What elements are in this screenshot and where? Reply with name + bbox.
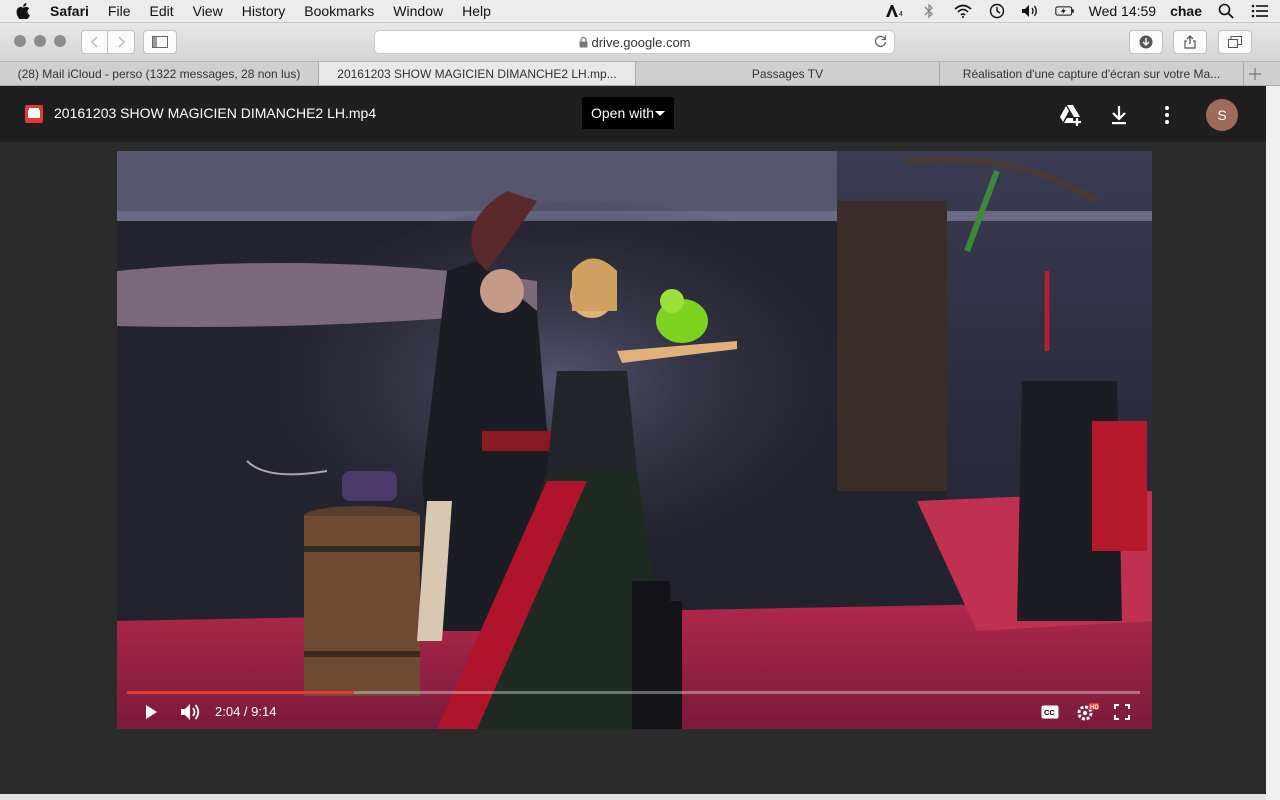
svg-text:HD: HD bbox=[1090, 705, 1099, 711]
time-machine-icon[interactable] bbox=[987, 3, 1007, 19]
file-title: 20161203 SHOW MAGICIEN DIMANCHE2 LH.mp4 bbox=[54, 105, 377, 121]
video-frame-image bbox=[117, 151, 1152, 729]
tab-capture-ecran[interactable]: Réalisation d'une capture d'écran sur vo… bbox=[940, 62, 1244, 85]
menu-history[interactable]: History bbox=[242, 3, 286, 19]
caret-down-icon bbox=[655, 111, 665, 116]
open-with-label: Open with bbox=[591, 105, 655, 121]
wifi-icon[interactable] bbox=[953, 3, 973, 19]
apple-icon[interactable] bbox=[16, 3, 34, 19]
svg-text:CC: CC bbox=[1044, 708, 1055, 717]
add-to-drive-icon[interactable] bbox=[1059, 103, 1083, 127]
page-scrollbar[interactable] bbox=[1266, 86, 1280, 800]
sidebar-toggle-button[interactable] bbox=[143, 30, 177, 54]
video-player[interactable]: 2:04 / 9:14 CC HD bbox=[117, 151, 1152, 729]
volume-icon[interactable] bbox=[1021, 3, 1041, 19]
tab-label: (28) Mail iCloud - perso (1322 messages,… bbox=[17, 66, 301, 81]
tab-mail-icloud[interactable]: (28) Mail iCloud - perso (1322 messages,… bbox=[0, 62, 319, 85]
tab-drive-video[interactable]: 20161203 SHOW MAGICIEN DIMANCHE2 LH.mp..… bbox=[319, 62, 636, 85]
svg-text:4: 4 bbox=[899, 11, 903, 18]
video-progress-track[interactable] bbox=[127, 691, 1140, 694]
drive-viewer-header: 20161203 SHOW MAGICIEN DIMANCHE2 LH.mp4 … bbox=[0, 86, 1266, 142]
forward-button[interactable] bbox=[107, 30, 135, 54]
settings-gear-icon[interactable]: HD bbox=[1075, 702, 1099, 722]
volume-button[interactable] bbox=[179, 702, 203, 722]
spotlight-search-icon[interactable] bbox=[1216, 3, 1236, 19]
menu-file[interactable]: File bbox=[108, 3, 131, 19]
zoom-window-button[interactable] bbox=[54, 35, 66, 47]
menu-bar: Safari File Edit View History Bookmarks … bbox=[0, 0, 1280, 23]
back-button[interactable] bbox=[81, 30, 109, 54]
adobe-icon[interactable]: 4 bbox=[885, 3, 905, 19]
tab-overview-button[interactable] bbox=[1218, 30, 1252, 54]
bluetooth-icon[interactable] bbox=[919, 3, 939, 19]
play-button[interactable] bbox=[141, 702, 161, 722]
account-avatar[interactable]: S bbox=[1206, 99, 1238, 131]
address-bar[interactable]: drive.google.com bbox=[374, 30, 895, 54]
menu-app-safari[interactable]: Safari bbox=[50, 3, 89, 19]
menu-bookmarks[interactable]: Bookmarks bbox=[304, 3, 374, 19]
window-bottom-edge bbox=[0, 794, 1266, 800]
tab-passages-tv[interactable]: Passages TV bbox=[636, 62, 940, 85]
share-button[interactable] bbox=[1173, 30, 1207, 54]
fullscreen-button[interactable] bbox=[1112, 702, 1132, 722]
video-time: 2:04 / 9:14 bbox=[215, 704, 277, 719]
tab-bar: (28) Mail iCloud - perso (1322 messages,… bbox=[0, 62, 1280, 86]
close-window-button[interactable] bbox=[14, 35, 26, 47]
battery-icon[interactable] bbox=[1054, 3, 1075, 19]
lock-icon bbox=[579, 36, 588, 48]
menu-view[interactable]: View bbox=[193, 3, 223, 19]
minimize-window-button[interactable] bbox=[34, 35, 46, 47]
menu-window[interactable]: Window bbox=[393, 3, 443, 19]
more-options-icon[interactable] bbox=[1155, 103, 1179, 127]
video-progress-fill bbox=[127, 691, 354, 694]
captions-button[interactable]: CC bbox=[1040, 702, 1060, 722]
open-with-button[interactable]: Open with bbox=[582, 97, 674, 129]
download-icon[interactable] bbox=[1107, 103, 1131, 127]
url-text: drive.google.com bbox=[591, 34, 691, 50]
menu-edit[interactable]: Edit bbox=[149, 3, 173, 19]
menubar-clock[interactable]: Wed 14:59 bbox=[1089, 3, 1156, 19]
notification-center-icon[interactable] bbox=[1250, 3, 1270, 19]
new-tab-button[interactable] bbox=[1244, 62, 1266, 85]
video-file-icon bbox=[25, 105, 43, 123]
tab-label: Réalisation d'une capture d'écran sur vo… bbox=[962, 66, 1221, 81]
downloads-button[interactable] bbox=[1129, 30, 1163, 54]
menu-help[interactable]: Help bbox=[462, 3, 491, 19]
tab-label: Passages TV bbox=[751, 66, 824, 81]
tab-label: 20161203 SHOW MAGICIEN DIMANCHE2 LH.mp..… bbox=[337, 66, 617, 81]
reload-icon[interactable] bbox=[874, 34, 888, 48]
browser-toolbar: drive.google.com bbox=[0, 23, 1280, 62]
menubar-user[interactable]: chae bbox=[1170, 3, 1202, 19]
